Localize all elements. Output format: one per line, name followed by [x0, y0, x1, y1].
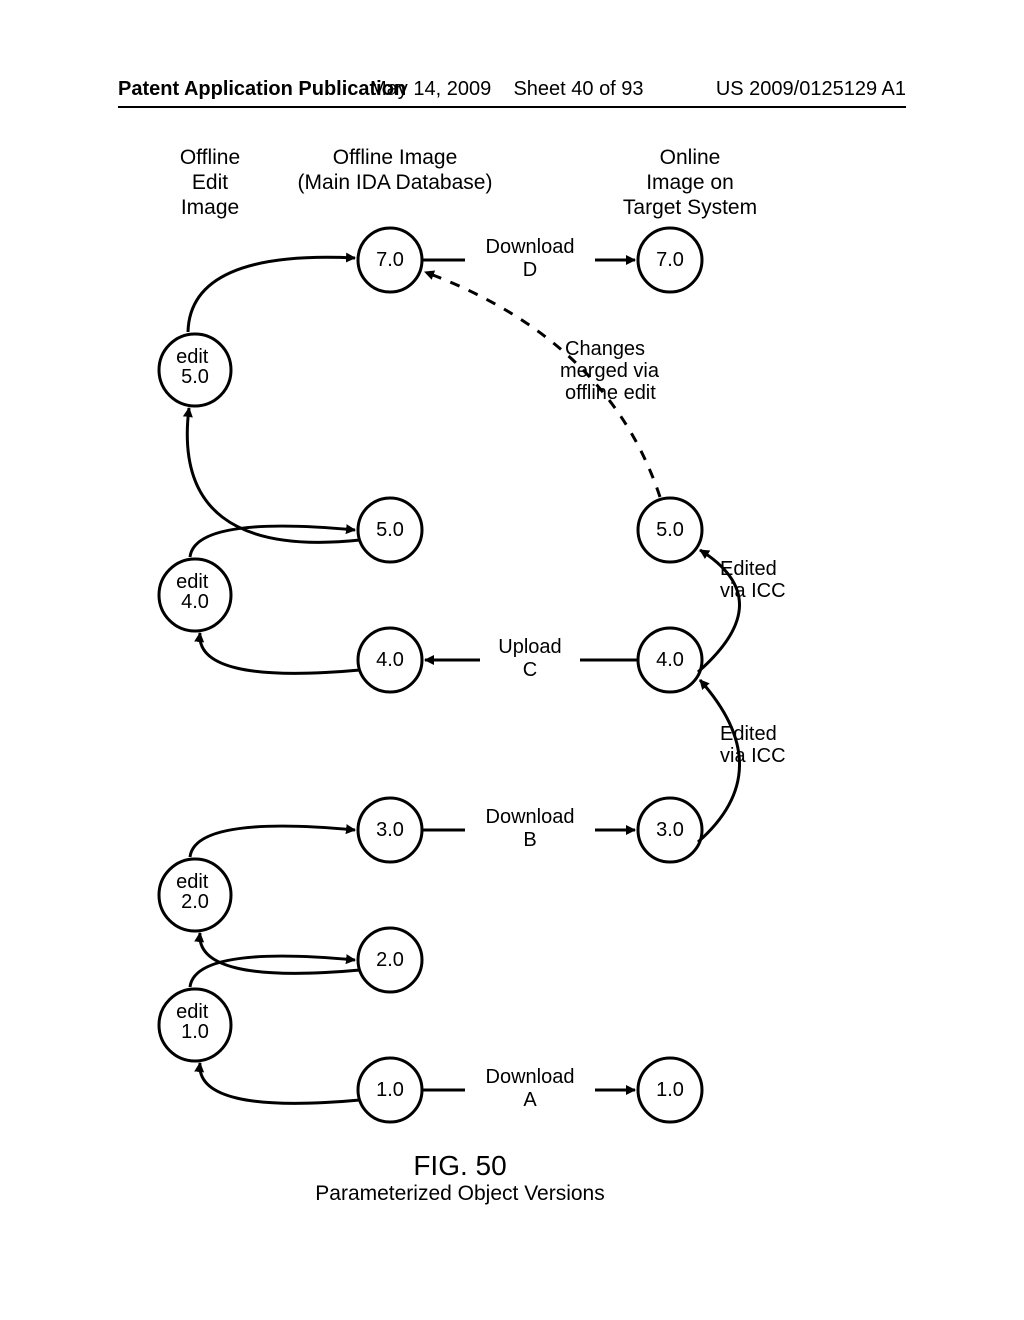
label-download-b2: B — [523, 829, 536, 851]
label-merged-2: merged via — [560, 360, 660, 382]
label-icc-upper-1: Edited — [720, 558, 777, 580]
arrow-off50-to-edit50 — [187, 408, 360, 542]
arrow-off40-to-edit40 — [200, 633, 360, 673]
node-online-1-0-label: 1.0 — [656, 1079, 684, 1101]
diagram-svg: Offline Edit Image Offline Image (Main I… — [0, 0, 1024, 1320]
col-header-offline: Offline Image (Main IDA Database) — [280, 145, 510, 195]
label-icc-lower-1: Edited — [720, 723, 777, 745]
node-edit-2-0-label: edit 2.0 — [176, 871, 214, 913]
node-offline-7-0-label: 7.0 — [376, 249, 404, 271]
node-online-7-0-label: 7.0 — [656, 249, 684, 271]
label-download-a1: Download — [486, 1066, 575, 1088]
label-upload-c1: Upload — [498, 636, 561, 658]
label-merged-1: Changes — [565, 338, 645, 360]
label-download-a2: A — [523, 1089, 537, 1111]
col-header-online: Online Image on Target System — [600, 145, 780, 221]
arrow-off20-to-edit20 — [200, 933, 360, 973]
arrow-edit50-to-off70 — [188, 257, 355, 332]
node-online-3-0-label: 3.0 — [656, 819, 684, 841]
col-header-edit: Offline Edit Image — [140, 145, 280, 221]
node-online-5-0-label: 5.0 — [656, 519, 684, 541]
label-download-d1: Download — [486, 236, 575, 258]
node-offline-5-0-label: 5.0 — [376, 519, 404, 541]
node-edit-1-0-label: edit 1.0 — [176, 1001, 214, 1043]
node-online-4-0-label: 4.0 — [656, 649, 684, 671]
label-download-b1: Download — [486, 806, 575, 828]
figure-caption: Parameterized Object Versions — [315, 1182, 604, 1205]
arrow-edit20-to-off30 — [190, 826, 355, 857]
label-merged-3: offline edit — [565, 382, 656, 404]
figure-number: FIG. 50 — [413, 1150, 506, 1181]
arrow-off10-to-edit10 — [200, 1063, 360, 1103]
node-offline-4-0-label: 4.0 — [376, 649, 404, 671]
node-offline-2-0-label: 2.0 — [376, 949, 404, 971]
node-offline-1-0-label: 1.0 — [376, 1079, 404, 1101]
label-icc-upper-2: via ICC — [720, 580, 786, 602]
node-edit-4-0-label: edit 4.0 — [176, 571, 214, 613]
label-download-d2: D — [523, 259, 537, 281]
node-edit-5-0-label: edit 5.0 — [176, 346, 214, 388]
label-icc-lower-2: via ICC — [720, 745, 786, 767]
node-offline-3-0-label: 3.0 — [376, 819, 404, 841]
label-upload-c2: C — [523, 659, 537, 681]
